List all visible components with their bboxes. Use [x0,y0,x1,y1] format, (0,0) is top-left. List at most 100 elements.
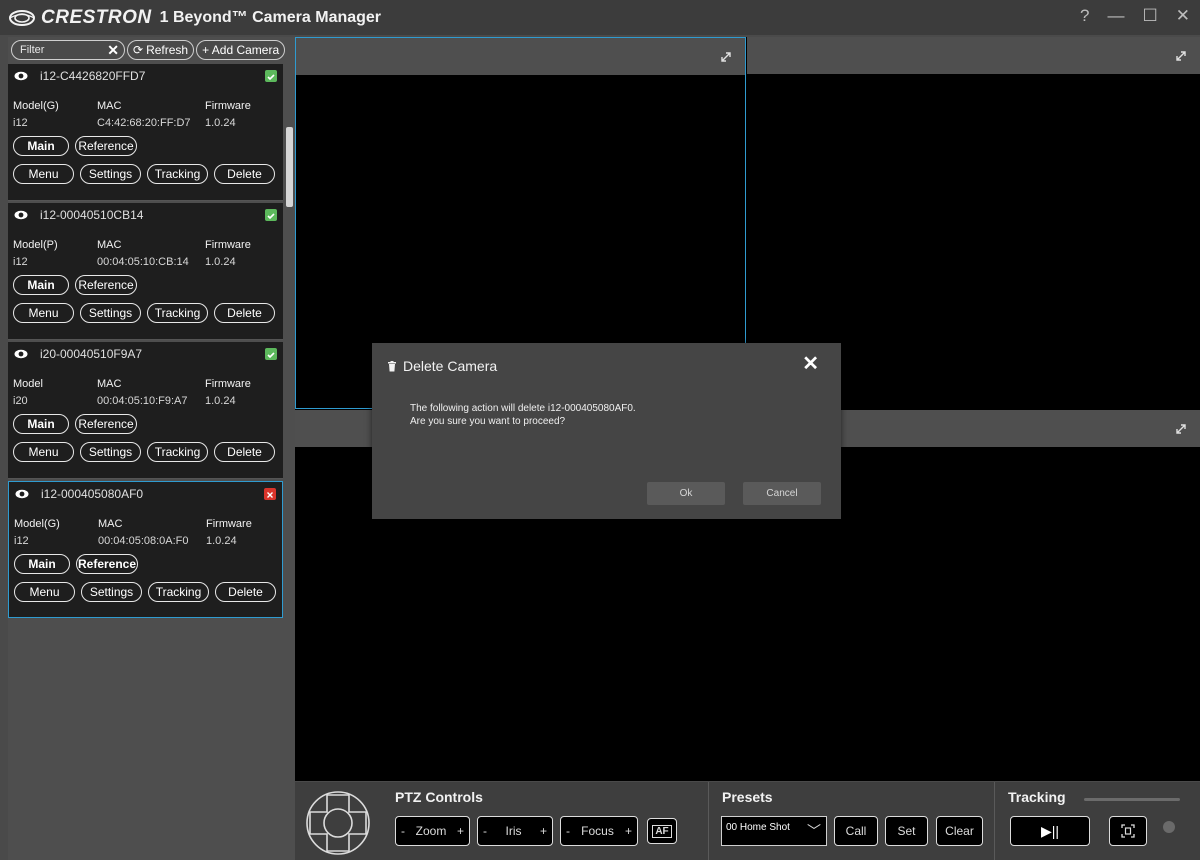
tracking-indicator-bar [1084,798,1180,801]
eye-icon[interactable] [14,71,28,81]
settings-button[interactable]: Settings [80,164,141,184]
dialog-message-line2: Are you sure you want to proceed? [410,416,566,427]
main-button[interactable]: Main [13,414,69,434]
expand-icon[interactable] [719,50,733,64]
camera-info: Model(G) MAC Firmware i12 00:04:05:08:0A:F0… [14,515,252,549]
firmware-label: Firmware [206,517,252,530]
focus-plus-button[interactable]: + [625,824,632,838]
reference-button[interactable]: Reference [76,554,138,574]
menu-button[interactable]: Menu [13,442,74,462]
camera-card[interactable]: i20-00040510F9A7 Model MAC Firmware i20 00:… [8,342,283,479]
firmware-label: Firmware [205,99,251,112]
camera-info: Model(P) MAC Firmware i12 00:04:05:10:CB:14… [13,236,251,270]
add-camera-button[interactable]: + Add Camera [196,40,286,60]
menu-button[interactable]: Menu [14,582,75,602]
delete-button[interactable]: Delete [215,582,276,602]
set-preset-button[interactable]: Set [885,816,928,846]
maximize-button[interactable]: ☐ [1143,6,1158,26]
reference-button[interactable]: Reference [75,275,137,295]
eye-icon[interactable] [14,210,28,220]
model-label: Model(P) [13,238,58,251]
camera-list: i12-C4426820FFD7 Model(G) MAC Firmware i12… [8,64,295,620]
focus-label: Focus [581,824,614,838]
model-label: Model(G) [13,99,59,112]
tracking-button[interactable]: Tracking [147,164,208,184]
preset-select[interactable]: 00 Home Shot ﹀ [721,816,827,846]
expand-icon[interactable] [1174,49,1188,63]
sidebar-scrollbar[interactable] [286,127,293,207]
camera-card[interactable]: i12-00040510CB14 Model(P) MAC Firmware i12… [8,203,283,340]
camera-card[interactable]: i12-C4426820FFD7 Model(G) MAC Firmware i12… [8,64,283,201]
reference-button[interactable]: Reference [75,414,137,434]
dialog-message-line1: The following action will delete i12-000… [410,403,636,414]
iris-minus-button[interactable]: - [483,824,487,838]
main-button[interactable]: Main [14,554,70,574]
tracking-frame-button[interactable] [1109,816,1147,846]
camera-card-header: i12-000405080AF0 [15,487,143,501]
dialog-close-button[interactable]: ✕ [802,351,819,376]
clear-preset-button[interactable]: Clear [936,816,983,846]
focus-control[interactable]: - Focus + [560,816,638,846]
camera-card-selected[interactable]: i12-000405080AF0 Model(G) MAC Firmware i12… [8,481,283,618]
menu-button[interactable]: Menu [13,303,74,323]
iris-control[interactable]: - Iris + [477,816,553,846]
af-icon: AF [652,824,672,838]
eye-icon[interactable] [15,489,29,499]
camera-card-header: i20-00040510F9A7 [14,347,142,361]
settings-button[interactable]: Settings [80,442,141,462]
camera-card-header: i12-C4426820FFD7 [14,69,145,83]
main-button[interactable]: Main [13,136,69,156]
app-title: 1 Beyond™ Camera Manager [159,8,382,26]
tracking-button[interactable]: Tracking [147,442,208,462]
minimize-button[interactable]: — [1108,6,1125,26]
expand-icon[interactable] [1174,422,1188,436]
filter-input[interactable] [20,44,100,56]
reference-button[interactable]: Reference [75,136,137,156]
eye-icon[interactable] [14,349,28,359]
focus-minus-button[interactable]: - [566,824,570,838]
zoom-minus-button[interactable]: - [401,824,405,838]
delete-button[interactable]: Delete [214,442,275,462]
help-button[interactable]: ? [1080,6,1089,26]
tracking-button[interactable]: Tracking [147,303,208,323]
delete-button[interactable]: Delete [214,164,275,184]
mac-value: 00:04:05:10:CB:14 [97,255,189,268]
zoom-control[interactable]: - Zoom + [395,816,470,846]
model-value: i12 [13,116,28,129]
menu-button[interactable]: Menu [13,164,74,184]
mac-value: 00:04:05:08:0A:F0 [98,534,189,547]
ptz-controls-title: PTZ Controls [395,789,483,805]
main-button[interactable]: Main [13,275,69,295]
filter-box: ✕ [11,40,125,60]
dialog-message: The following action will delete i12-000… [410,402,636,428]
person-frame-icon [1121,824,1135,838]
settings-button[interactable]: Settings [80,303,141,323]
cancel-button[interactable]: Cancel [743,482,821,505]
camera-name: i20-00040510F9A7 [40,347,143,361]
settings-button[interactable]: Settings [81,582,142,602]
divider [708,782,709,860]
camera-card-header: i12-00040510CB14 [14,208,143,222]
mac-value: 00:04:05:10:F9:A7 [97,394,188,407]
ok-button[interactable]: Ok [647,482,725,505]
clear-filter-button[interactable]: ✕ [107,42,119,59]
autofocus-button[interactable]: AF [647,818,677,844]
status-ok-icon [265,209,277,221]
tracking-button[interactable]: Tracking [148,582,209,602]
delete-button[interactable]: Delete [214,303,275,323]
zoom-plus-button[interactable]: + [457,824,464,838]
tracking-play-pause-button[interactable]: ▶|| [1010,816,1090,846]
title-bar: CRESTRON 1 Beyond™ Camera Manager ? — ☐ … [0,0,1200,35]
brand-name: CRESTRON [41,6,152,28]
call-preset-button[interactable]: Call [834,816,878,846]
refresh-button[interactable]: ⟳ Refresh [127,40,195,60]
control-bar: PTZ Controls - Zoom + - Iris + - Focus +… [295,782,1200,860]
iris-plus-button[interactable]: + [540,824,547,838]
iris-label: Iris [505,824,522,838]
mac-label: MAC [97,377,122,390]
ptz-joystick[interactable] [305,790,371,856]
status-ok-icon [265,348,277,360]
window-close-button[interactable]: ✕ [1176,6,1190,26]
model-value: i12 [13,255,28,268]
dialog-title-text: Delete Camera [403,358,498,374]
